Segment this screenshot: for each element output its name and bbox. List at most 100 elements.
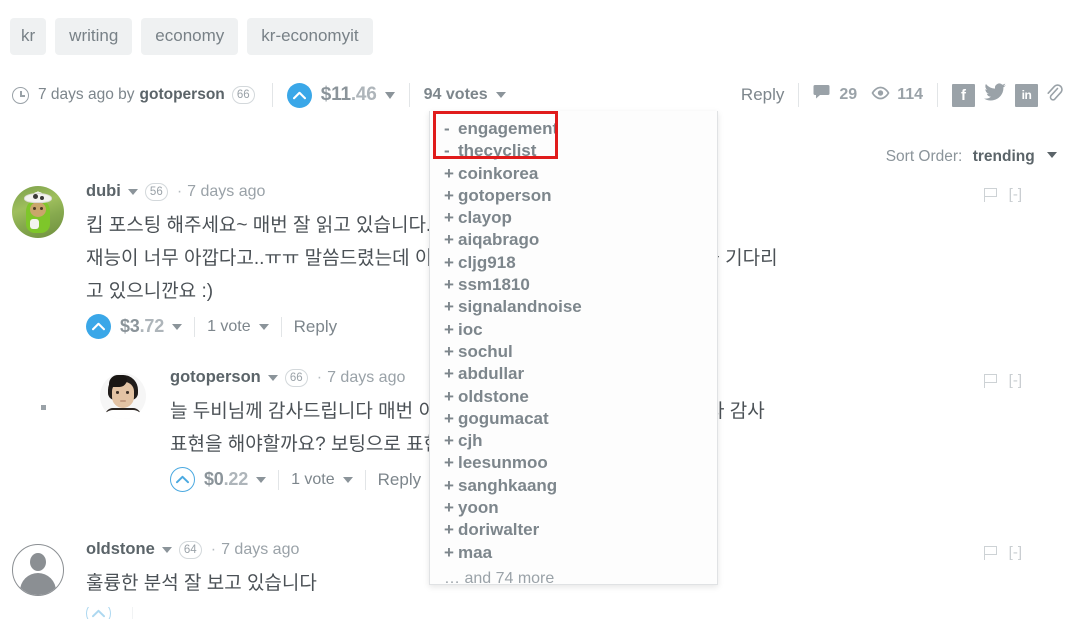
voter-name[interactable]: ssm1810	[458, 275, 530, 294]
post-tag-list: kr writing economy kr-economyit	[10, 18, 373, 55]
voter-sign: +	[444, 230, 454, 250]
linkedin-icon[interactable]: in	[1015, 83, 1038, 107]
chevron-down-icon-author[interactable]	[127, 188, 138, 195]
voter-name[interactable]: thecyclist	[458, 141, 536, 160]
voter-row[interactable]: + cjh	[430, 430, 717, 452]
comment-votes-gotoperson[interactable]: 1 vote	[291, 471, 335, 489]
comment-reply-gotoperson[interactable]: Reply	[378, 470, 421, 490]
upvote-arrow-icon[interactable]	[86, 314, 111, 339]
divider	[132, 607, 133, 619]
flag-icon[interactable]	[983, 373, 998, 388]
upvote-arrow-icon[interactable]	[170, 467, 195, 492]
chevron-down-icon-votes[interactable]	[258, 323, 269, 330]
post-author-link[interactable]: gotoperson	[140, 86, 225, 104]
comment-payout-dubi[interactable]: $3.72	[120, 316, 164, 337]
flag-icon[interactable]	[983, 187, 998, 202]
voter-row[interactable]: + coinkorea	[430, 163, 717, 185]
voter-row[interactable]: + abdullar	[430, 363, 717, 385]
voter-row[interactable]: + aiqabrago	[430, 229, 717, 251]
voter-name[interactable]: yoon	[458, 498, 499, 517]
avatar-oldstone[interactable]	[12, 544, 64, 596]
chevron-down-icon-votes[interactable]	[342, 476, 353, 483]
voter-sign: +	[444, 163, 454, 183]
voter-row[interactable]: + oldstone	[430, 386, 717, 408]
voter-sign: +	[444, 453, 454, 473]
voter-row[interactable]: + gogumacat	[430, 408, 717, 430]
voter-row[interactable]: + ssm1810	[430, 274, 717, 296]
voter-sign: -	[444, 141, 450, 161]
voter-row[interactable]: + cljg918	[430, 252, 717, 274]
divider	[408, 83, 410, 107]
voter-name[interactable]: signalandnoise	[458, 297, 582, 316]
voter-name[interactable]: ioc	[458, 320, 483, 339]
comment-votes-dubi[interactable]: 1 vote	[207, 318, 251, 336]
comment-controls-oldstone: [-]	[983, 544, 1022, 561]
collapse-toggle-gotoperson[interactable]: [-]	[1009, 372, 1022, 389]
voter-name[interactable]: coinkorea	[458, 164, 538, 183]
collapse-toggle-dubi[interactable]: [-]	[1009, 186, 1022, 203]
voter-row[interactable]: + sanghkaang	[430, 475, 717, 497]
clock-icon	[12, 86, 29, 104]
voter-name[interactable]: sanghkaang	[458, 476, 557, 495]
voter-name[interactable]: abdullar	[458, 364, 524, 383]
voter-list-dropdown[interactable]: - engagement - thecyclist + coinkorea + gotoper…	[429, 111, 718, 585]
voter-row[interactable]: + leesunmoo	[430, 452, 717, 474]
voter-name[interactable]: sochul	[458, 342, 513, 361]
voter-row[interactable]: + maa	[430, 542, 717, 564]
facebook-icon[interactable]: f	[952, 83, 975, 107]
voter-row[interactable]: + gotoperson	[430, 185, 717, 207]
voter-sign: +	[444, 208, 454, 228]
tag-writing[interactable]: writing	[55, 18, 133, 55]
sort-order-control[interactable]: Sort Order: trending	[886, 148, 1057, 166]
voter-name[interactable]: aiqabrago	[458, 230, 539, 249]
tag-kr[interactable]: kr	[10, 18, 47, 55]
voter-name[interactable]: gogumacat	[458, 409, 549, 428]
tag-economy[interactable]: economy	[141, 18, 239, 55]
voter-row[interactable]: + clayop	[430, 207, 717, 229]
voter-name[interactable]: clayop	[458, 208, 512, 227]
avatar-gotoperson[interactable]	[100, 373, 146, 419]
comment-author-gotoperson[interactable]: gotoperson	[170, 368, 261, 387]
chevron-down-icon-author[interactable]	[161, 546, 172, 553]
twitter-bird-icon[interactable]	[983, 82, 1007, 108]
post-timestamp: 7 days ago by	[38, 86, 135, 103]
voter-name[interactable]: oldstone	[458, 387, 529, 406]
voter-name[interactable]: doriwalter	[458, 520, 539, 539]
tag-kr-economyit[interactable]: kr-economyit	[247, 18, 373, 55]
chevron-down-icon-payout[interactable]	[172, 323, 183, 330]
post-reply-button[interactable]: Reply	[741, 85, 784, 105]
voter-name[interactable]: maa	[458, 543, 492, 562]
voter-row[interactable]: + sochul	[430, 341, 717, 363]
chevron-down-icon-author[interactable]	[267, 374, 278, 381]
thread-collapse-marker[interactable]	[41, 405, 46, 410]
avatar-dubi[interactable]	[12, 186, 64, 238]
comment-author-oldstone[interactable]: oldstone	[86, 540, 155, 559]
chevron-down-icon[interactable]	[384, 91, 395, 99]
post-votes-label[interactable]: 94 votes	[424, 86, 488, 104]
post-payout[interactable]: $11.46	[321, 84, 377, 106]
voter-name[interactable]: cjh	[458, 431, 483, 450]
flag-icon[interactable]	[983, 545, 998, 560]
voter-row[interactable]: + yoon	[430, 497, 717, 519]
voter-row[interactable]: - thecyclist	[430, 140, 717, 162]
voter-row[interactable]: + doriwalter	[430, 519, 717, 541]
upvote-arrow-icon[interactable]	[286, 82, 312, 108]
voter-name[interactable]: engagement	[458, 119, 558, 138]
comment-count-group[interactable]: 29	[813, 84, 857, 106]
comment-author-dubi[interactable]: dubi	[86, 182, 121, 201]
voter-name[interactable]: leesunmoo	[458, 453, 548, 472]
comment-payout-gotoperson[interactable]: $0.22	[204, 469, 248, 490]
voter-name[interactable]: gotoperson	[458, 186, 552, 205]
voter-row[interactable]: + signalandnoise	[430, 296, 717, 318]
link-chain-icon[interactable]	[1046, 83, 1063, 107]
comment-reply-dubi[interactable]: Reply	[294, 317, 337, 337]
voter-row[interactable]: + ioc	[430, 319, 717, 341]
voter-name[interactable]: cljg918	[458, 253, 516, 272]
upvote-arrow-icon[interactable]	[86, 607, 111, 619]
chevron-down-icon-payout[interactable]	[256, 476, 267, 483]
chevron-down-icon-sort[interactable]	[1047, 152, 1057, 158]
chevron-down-icon-votes[interactable]	[495, 92, 506, 98]
collapse-toggle-oldstone[interactable]: [-]	[1009, 544, 1022, 561]
voter-row[interactable]: - engagement	[430, 118, 717, 140]
post-payout-dollars: $11	[320, 84, 351, 105]
